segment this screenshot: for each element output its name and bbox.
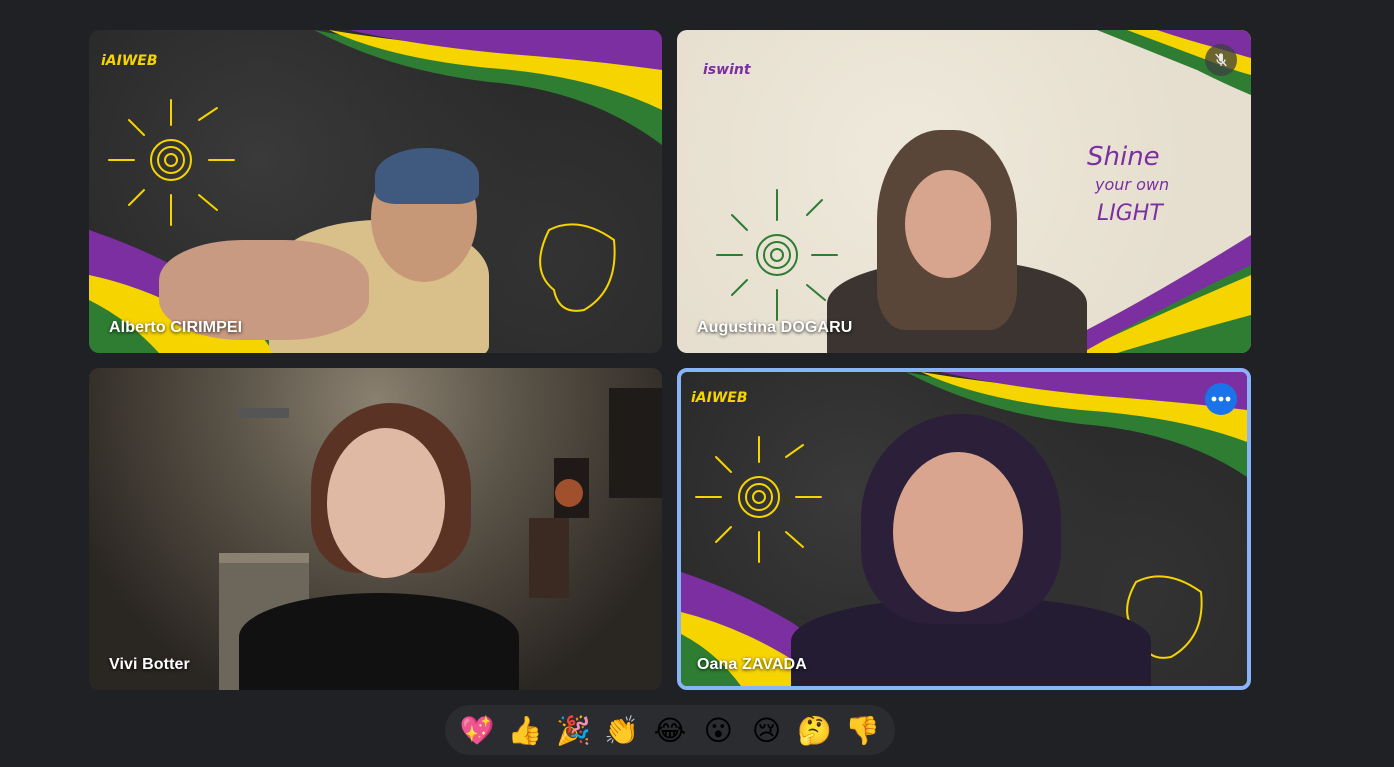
reaction-thinking[interactable]: 🤔	[795, 710, 835, 750]
reaction-thumbs-up[interactable]: 👍	[505, 710, 545, 750]
participant-video-vivi	[239, 593, 519, 690]
participant-face-augustina	[905, 170, 991, 278]
reaction-surprised[interactable]: 😮	[698, 710, 738, 750]
participant-name: Augustina DOGARU	[697, 319, 853, 336]
participant-tile-oana[interactable]: iAIWEB Oana ZAVADA	[677, 368, 1251, 690]
slogan-line2: your own	[1094, 175, 1169, 194]
reaction-sparkling-heart[interactable]: 💖	[457, 710, 497, 750]
reaction-bar: 💖 👍 🎉 👏 😂 😮 😢 🤔 👎	[445, 705, 895, 755]
muted-indicator	[1205, 44, 1237, 76]
slogan-line1: Shine	[1087, 142, 1160, 172]
reaction-crying[interactable]: 😢	[746, 710, 786, 750]
participant-face-vivi	[327, 428, 445, 578]
participant-cap-alberto	[375, 148, 479, 204]
reaction-thumbs-down[interactable]: 👎	[843, 710, 883, 750]
more-options-button[interactable]	[1205, 383, 1237, 415]
reaction-clapping[interactable]: 👏	[602, 710, 642, 750]
mic-off-icon	[1215, 53, 1227, 67]
participant-name: Oana ZAVADA	[697, 656, 807, 673]
participant-tile-augustina[interactable]: Shine your own LIGHT iswint Augustina DO…	[677, 30, 1251, 353]
slogan-line3: LIGHT	[1097, 201, 1164, 226]
reaction-tears-of-joy[interactable]: 😂	[650, 710, 690, 750]
logo-text: iswint	[703, 62, 752, 78]
participant-tile-alberto[interactable]: iAIWEB Alberto CIRIMPEI	[89, 30, 662, 353]
participant-face-oana	[893, 452, 1023, 612]
meeting-stage: iAIWEB Alberto CIRIMPEI Shine your own L…	[0, 0, 1394, 767]
svg-text:iAIWEB: iAIWEB	[101, 53, 158, 69]
svg-text:iAIWEB: iAIWEB	[691, 390, 748, 406]
more-horizontal-icon	[1211, 396, 1231, 402]
participant-name: Alberto CIRIMPEI	[109, 319, 243, 336]
reaction-party-popper[interactable]: 🎉	[554, 710, 594, 750]
participant-name: Vivi Botter	[109, 656, 190, 673]
participant-tile-vivi[interactable]: Vivi Botter	[89, 368, 662, 690]
